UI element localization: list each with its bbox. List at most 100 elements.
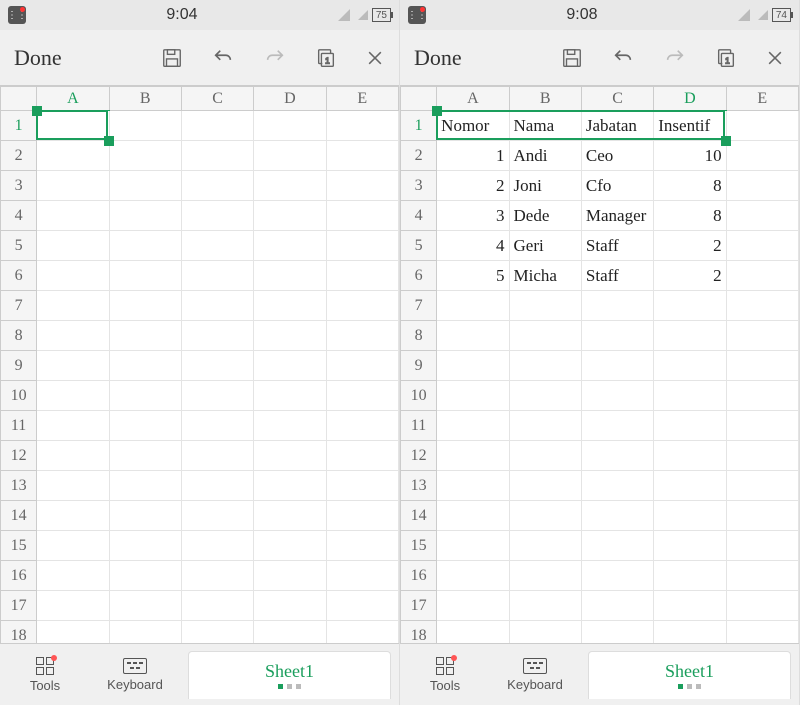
row-header-8[interactable]: 8 xyxy=(1,321,37,351)
row-header-16[interactable]: 16 xyxy=(401,561,437,591)
cell-B5[interactable] xyxy=(109,231,181,261)
cell-B16[interactable] xyxy=(109,561,181,591)
cell-D16[interactable] xyxy=(654,561,726,591)
cell-E2[interactable] xyxy=(726,141,798,171)
cell-E9[interactable] xyxy=(726,351,798,381)
row-header-2[interactable]: 2 xyxy=(401,141,437,171)
cell-A17[interactable] xyxy=(437,591,509,621)
cell-B17[interactable] xyxy=(109,591,181,621)
cell-D3[interactable] xyxy=(254,171,326,201)
cell-D12[interactable] xyxy=(654,441,726,471)
cell-D13[interactable] xyxy=(654,471,726,501)
cell-C4[interactable] xyxy=(181,201,253,231)
sheet-tab[interactable]: Sheet1 xyxy=(188,651,391,699)
cell-E16[interactable] xyxy=(326,561,398,591)
cell-D14[interactable] xyxy=(654,501,726,531)
row-header-9[interactable]: 9 xyxy=(1,351,37,381)
col-header-C[interactable]: C xyxy=(181,87,253,111)
row-header-5[interactable]: 5 xyxy=(401,231,437,261)
cell-C13[interactable] xyxy=(181,471,253,501)
cell-D6[interactable] xyxy=(254,261,326,291)
col-header-D[interactable]: D xyxy=(654,87,726,111)
cell-D2[interactable]: 10 xyxy=(654,141,726,171)
cell-C12[interactable] xyxy=(581,441,653,471)
cell-B6[interactable] xyxy=(109,261,181,291)
cell-E15[interactable] xyxy=(326,531,398,561)
cell-B12[interactable] xyxy=(109,441,181,471)
cell-E3[interactable] xyxy=(726,171,798,201)
col-header-E[interactable]: E xyxy=(726,87,798,111)
cell-E11[interactable] xyxy=(326,411,398,441)
sheet-tab[interactable]: Sheet1 xyxy=(588,651,791,699)
row-header-10[interactable]: 10 xyxy=(401,381,437,411)
row-header-6[interactable]: 6 xyxy=(401,261,437,291)
cell-C17[interactable] xyxy=(581,591,653,621)
cell-E15[interactable] xyxy=(726,531,798,561)
cell-B1[interactable]: Nama xyxy=(509,111,581,141)
cell-E12[interactable] xyxy=(326,441,398,471)
cell-A9[interactable] xyxy=(37,351,109,381)
cell-B6[interactable]: Micha xyxy=(509,261,581,291)
cell-D8[interactable] xyxy=(654,321,726,351)
undo-icon[interactable] xyxy=(211,47,235,69)
cell-A13[interactable] xyxy=(437,471,509,501)
cell-E18[interactable] xyxy=(326,621,398,644)
cell-C5[interactable]: Staff xyxy=(581,231,653,261)
row-header-7[interactable]: 7 xyxy=(1,291,37,321)
cell-B15[interactable] xyxy=(509,531,581,561)
cell-A6[interactable] xyxy=(37,261,109,291)
row-header-18[interactable]: 18 xyxy=(1,621,37,644)
cell-E4[interactable] xyxy=(326,201,398,231)
cell-A17[interactable] xyxy=(37,591,109,621)
row-header-17[interactable]: 17 xyxy=(1,591,37,621)
tools-button[interactable]: Tools xyxy=(0,657,90,693)
cell-B11[interactable] xyxy=(509,411,581,441)
cell-D12[interactable] xyxy=(254,441,326,471)
cell-E6[interactable] xyxy=(726,261,798,291)
cell-C6[interactable]: Staff xyxy=(581,261,653,291)
cell-D18[interactable] xyxy=(654,621,726,644)
cell-D11[interactable] xyxy=(654,411,726,441)
cell-E13[interactable] xyxy=(726,471,798,501)
cell-B4[interactable]: Dede xyxy=(509,201,581,231)
cell-A1[interactable] xyxy=(37,111,109,141)
row-header-14[interactable]: 14 xyxy=(1,501,37,531)
cell-C9[interactable] xyxy=(181,351,253,381)
tools-button[interactable]: Tools xyxy=(400,657,490,693)
cell-C3[interactable] xyxy=(181,171,253,201)
cell-E7[interactable] xyxy=(326,291,398,321)
cell-C18[interactable] xyxy=(581,621,653,644)
row-header-10[interactable]: 10 xyxy=(1,381,37,411)
row-header-8[interactable]: 8 xyxy=(401,321,437,351)
cell-C16[interactable] xyxy=(581,561,653,591)
cell-E6[interactable] xyxy=(326,261,398,291)
cell-C1[interactable]: Jabatan xyxy=(581,111,653,141)
cell-C9[interactable] xyxy=(581,351,653,381)
cell-B17[interactable] xyxy=(509,591,581,621)
cell-C2[interactable]: Ceo xyxy=(581,141,653,171)
cell-D15[interactable] xyxy=(254,531,326,561)
cell-E13[interactable] xyxy=(326,471,398,501)
cell-B18[interactable] xyxy=(509,621,581,644)
cell-C3[interactable]: Cfo xyxy=(581,171,653,201)
cell-B2[interactable]: Andi xyxy=(509,141,581,171)
cell-C7[interactable] xyxy=(581,291,653,321)
cell-C8[interactable] xyxy=(181,321,253,351)
cell-A8[interactable] xyxy=(437,321,509,351)
cell-B8[interactable] xyxy=(109,321,181,351)
cell-D9[interactable] xyxy=(254,351,326,381)
cell-C10[interactable] xyxy=(181,381,253,411)
row-header-4[interactable]: 4 xyxy=(401,201,437,231)
cell-B11[interactable] xyxy=(109,411,181,441)
cell-A2[interactable] xyxy=(37,141,109,171)
cell-E11[interactable] xyxy=(726,411,798,441)
row-header-1[interactable]: 1 xyxy=(401,111,437,141)
row-header-1[interactable]: 1 xyxy=(1,111,37,141)
row-header-15[interactable]: 15 xyxy=(1,531,37,561)
cell-A3[interactable]: 2 xyxy=(437,171,509,201)
cell-C5[interactable] xyxy=(181,231,253,261)
cell-B10[interactable] xyxy=(109,381,181,411)
cell-D1[interactable]: Insentif xyxy=(654,111,726,141)
row-header-18[interactable]: 18 xyxy=(401,621,437,644)
undo-icon[interactable] xyxy=(611,47,635,69)
